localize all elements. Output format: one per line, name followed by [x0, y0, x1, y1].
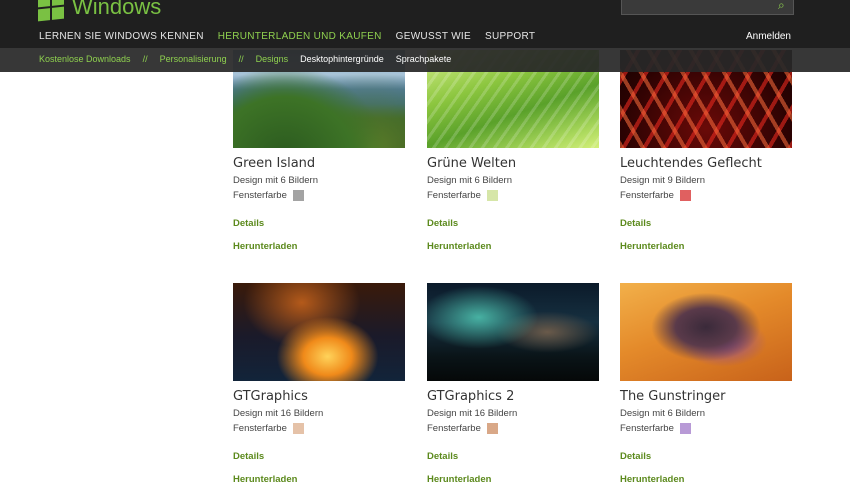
nav-item-gewusst-wie[interactable]: GEWUSST WIE [396, 31, 471, 42]
window-color-label: Fensterfarbe [427, 190, 481, 201]
theme-tile: Leuchtendes Geflecht Design mit 9 Bilder… [620, 50, 792, 252]
color-swatch [486, 190, 498, 201]
theme-image-count: Design mit 16 Bildern [427, 408, 518, 419]
top-header: Windows ⌕ LERNEN SIE WINDOWS KENNEN HERU… [0, 0, 850, 48]
theme-tile: GTGraphics 2 Design mit 16 Bildern Fenst… [427, 283, 599, 485]
color-swatch [679, 423, 691, 434]
nav-item-herunterladen[interactable]: HERUNTERLADEN UND KAUFEN [218, 31, 382, 42]
details-link[interactable]: Details [427, 451, 599, 462]
theme-thumbnail[interactable] [620, 283, 792, 381]
theme-tile: Green Island Design mit 6 Bildern Fenste… [233, 50, 405, 252]
theme-title[interactable]: The Gunstringer [620, 389, 792, 404]
download-link[interactable]: Herunterladen [427, 474, 599, 485]
nav-item-lernen[interactable]: LERNEN SIE WINDOWS KENNEN [39, 31, 204, 42]
theme-thumbnail[interactable] [427, 283, 599, 381]
details-link[interactable]: Details [233, 218, 405, 229]
brand-name: Windows [72, 0, 162, 19]
nav-item-support[interactable]: SUPPORT [485, 31, 535, 42]
details-link[interactable]: Details [427, 218, 599, 229]
window-color-label: Fensterfarbe [233, 190, 287, 201]
breadcrumb-sprachpakete[interactable]: Sprachpakete [396, 54, 452, 64]
search-input[interactable]: ⌕ [621, 0, 794, 15]
color-swatch [486, 423, 498, 434]
window-color-row: Fensterfarbe [233, 423, 405, 434]
breadcrumb-separator: // [238, 54, 244, 64]
theme-image-count: Design mit 6 Bildern [620, 408, 706, 419]
window-color-row: Fensterfarbe [233, 190, 405, 201]
theme-title[interactable]: Green Island [233, 156, 405, 171]
theme-image-count: Design mit 6 Bildern [427, 175, 513, 186]
window-color-row: Fensterfarbe [427, 423, 599, 434]
theme-thumbnail[interactable] [233, 283, 405, 381]
theme-title[interactable]: GTGraphics 2 [427, 389, 599, 404]
window-color-row: Fensterfarbe [620, 190, 792, 201]
main-nav: LERNEN SIE WINDOWS KENNEN HERUNTERLADEN … [39, 31, 535, 42]
breadcrumb-kostenlose-downloads[interactable]: Kostenlose Downloads [39, 54, 131, 64]
breadcrumb-personalisierung[interactable]: Personalisierung [160, 54, 227, 64]
theme-tile: The Gunstringer Design mit 6 Bildern Fen… [620, 283, 792, 485]
windows-flag-icon [38, 0, 64, 22]
window-color-row: Fensterfarbe [427, 190, 599, 201]
breadcrumb-desktophintergruende[interactable]: Desktophintergründe [300, 54, 384, 64]
theme-tile: Grüne Welten Design mit 6 Bildern Fenste… [427, 50, 599, 252]
window-color-label: Fensterfarbe [620, 423, 674, 434]
window-color-row: Fensterfarbe [620, 423, 792, 434]
download-link[interactable]: Herunterladen [427, 241, 599, 252]
theme-title[interactable]: GTGraphics [233, 389, 405, 404]
window-color-label: Fensterfarbe [620, 190, 674, 201]
breadcrumb-separator: // [142, 54, 148, 64]
search-icon[interactable]: ⌕ [778, 0, 790, 11]
color-swatch [679, 190, 691, 201]
color-swatch [292, 190, 304, 201]
theme-image-count: Design mit 6 Bildern [233, 175, 319, 186]
details-link[interactable]: Details [233, 451, 405, 462]
breadcrumb: Kostenlose Downloads // Personalisierung… [0, 48, 850, 72]
color-swatch [292, 423, 304, 434]
window-color-label: Fensterfarbe [233, 423, 287, 434]
window-color-label: Fensterfarbe [427, 423, 481, 434]
details-link[interactable]: Details [620, 451, 792, 462]
theme-tile: GTGraphics Design mit 16 Bildern Fenster… [233, 283, 405, 485]
theme-title[interactable]: Grüne Welten [427, 156, 599, 171]
download-link[interactable]: Herunterladen [620, 474, 792, 485]
details-link[interactable]: Details [620, 218, 792, 229]
download-link[interactable]: Herunterladen [233, 474, 405, 485]
breadcrumb-designs[interactable]: Designs [256, 54, 289, 64]
theme-image-count: Design mit 9 Bildern [620, 175, 706, 186]
theme-image-count: Design mit 16 Bildern [233, 408, 324, 419]
theme-title[interactable]: Leuchtendes Geflecht [620, 156, 792, 171]
download-link[interactable]: Herunterladen [620, 241, 792, 252]
signin-link[interactable]: Anmelden [746, 31, 791, 42]
windows-logo[interactable]: Windows [38, 0, 162, 22]
download-link[interactable]: Herunterladen [233, 241, 405, 252]
